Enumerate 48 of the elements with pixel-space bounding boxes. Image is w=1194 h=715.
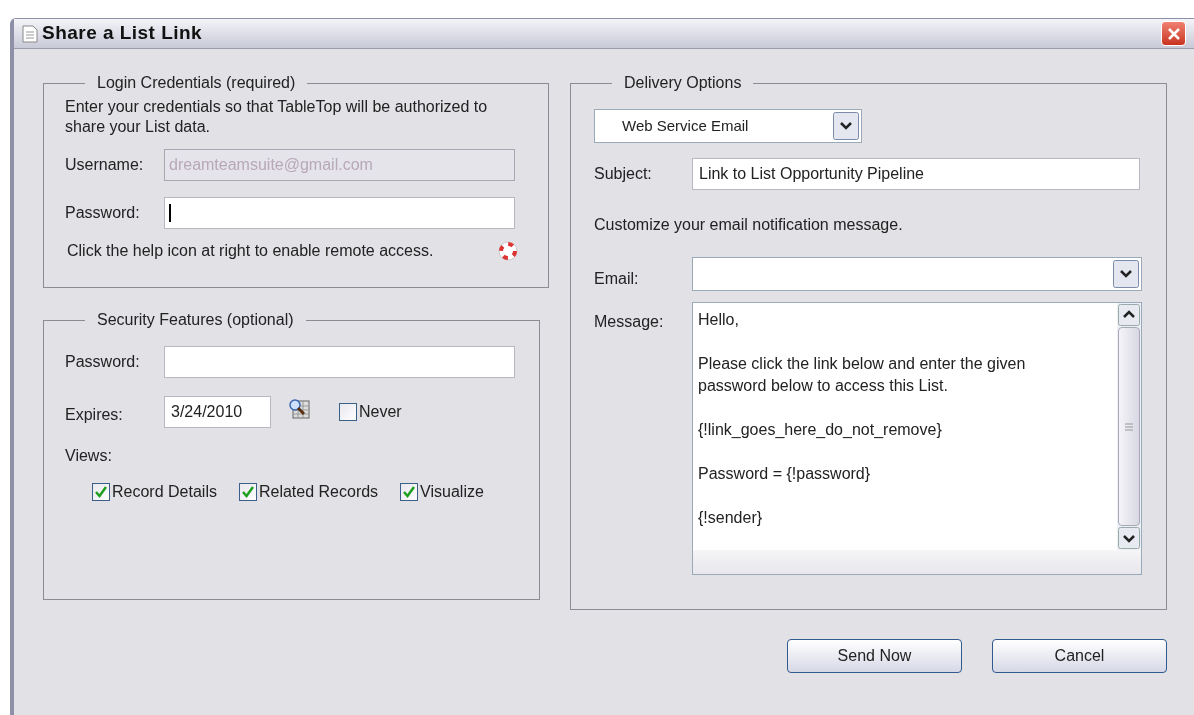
chevron-down-icon[interactable] — [1113, 260, 1139, 288]
field-label: Password: — [65, 352, 141, 372]
horizontal-scrollbar[interactable] — [693, 550, 1141, 574]
field-label: Email: — [594, 269, 640, 289]
field-label: Password: — [65, 203, 141, 223]
document-icon — [22, 24, 38, 43]
group-title: Security Features (optional) — [96, 310, 295, 330]
calendar-search-icon[interactable] — [287, 397, 311, 421]
message-text: Password = {!password} — [698, 464, 872, 484]
instruction-text: Customize your email notification message. — [594, 215, 904, 235]
window-title: Share a List Link — [42, 21, 203, 46]
help-text: Click the help icon at right to enable remote access. — [67, 241, 435, 261]
password-field[interactable] — [164, 197, 515, 229]
password-field[interactable] — [164, 346, 515, 378]
subject-field[interactable]: Link to List Opportunity Pipeline — [692, 158, 1140, 190]
view-checkbox[interactable]: Related Records — [238, 480, 379, 504]
checkmark-icon — [94, 485, 108, 499]
date-field[interactable]: 3/24/2010 — [164, 396, 271, 428]
dialog-button[interactable]: Send Now — [787, 639, 962, 673]
views-label: Views: — [65, 446, 113, 466]
scroll-up-icon[interactable] — [1117, 303, 1141, 327]
scrollbar[interactable] — [1117, 303, 1141, 550]
field-label: Subject: — [594, 164, 653, 184]
close-button[interactable] — [1161, 21, 1186, 46]
method-dropdown[interactable]: Web Service Email — [594, 109, 862, 143]
intro-text: Enter your credentials so that TableTop will be authorized to share your List data. — [65, 97, 489, 137]
field-label: Username: — [65, 155, 145, 175]
view-checkbox[interactable]: Record Details — [92, 480, 217, 504]
lifebuoy-icon[interactable] — [497, 240, 519, 262]
text-cursor — [169, 204, 171, 222]
never-checkbox[interactable]: Never — [339, 400, 402, 424]
scroll-thumb[interactable] — [1118, 327, 1140, 526]
message-box[interactable]: Hello, Please click the link below and enter the given password below to access this List. {!link_goes_here_do_not_remove} Password = {!password} {!sender} — [692, 302, 1142, 575]
checkmark-icon — [402, 485, 417, 499]
dialog-button[interactable]: Cancel — [992, 639, 1167, 673]
close-icon — [1166, 26, 1181, 41]
message-text: Hello, — [698, 310, 740, 330]
message-text: {!link_goes_here_do_not_remove} — [698, 420, 943, 440]
field-label: Expires: — [65, 405, 124, 425]
field-label: Message: — [594, 312, 665, 332]
message-text: Please click the link below and enter the given password below to access this List. — [698, 354, 1027, 396]
message-text: {!sender} — [698, 508, 764, 528]
group-title: Login Credentials (required) — [96, 73, 297, 93]
chevron-down-icon[interactable] — [833, 112, 859, 140]
scroll-down-icon[interactable] — [1117, 526, 1141, 550]
checkmark-icon — [240, 485, 255, 499]
view-checkbox[interactable]: Visualize — [400, 480, 484, 504]
group-title: Delivery Options — [623, 73, 743, 93]
